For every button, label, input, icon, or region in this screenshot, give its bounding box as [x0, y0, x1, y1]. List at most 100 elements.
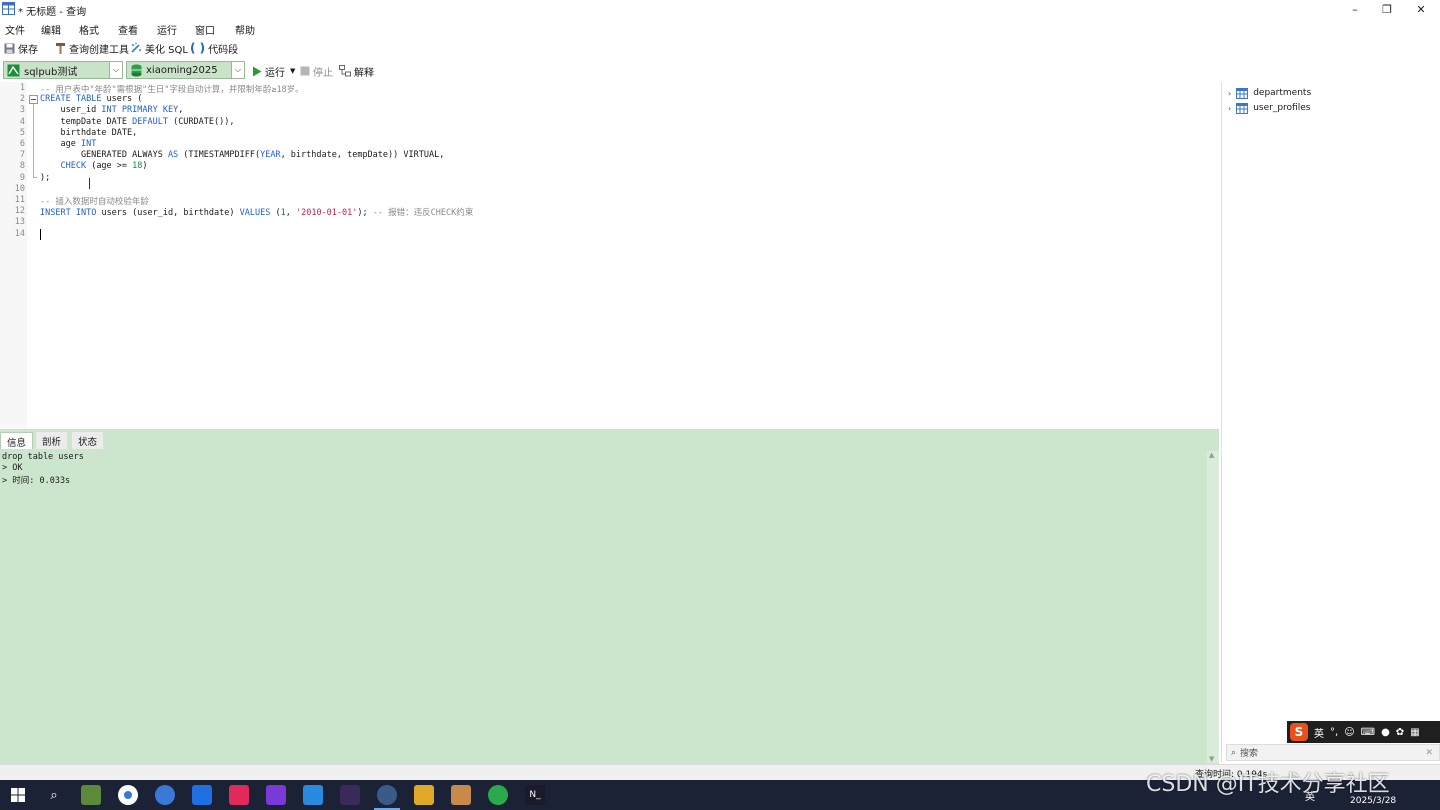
- menu-help[interactable]: 帮助: [235, 22, 255, 37]
- taskbar-terminal-icon[interactable]: [340, 785, 360, 805]
- code-line[interactable]: -- 用户表中"年龄"需根据"生日"字段自动计算，并限制年龄≥18岁。: [40, 83, 304, 95]
- tab-message[interactable]: 信息: [0, 432, 34, 449]
- text-caret: [40, 229, 41, 240]
- scroll-down-icon[interactable]: ▼: [1209, 755, 1214, 763]
- tab-status[interactable]: 状态: [72, 432, 104, 449]
- scroll-up-icon[interactable]: ▲: [1209, 451, 1214, 459]
- taskbar-search-button[interactable]: ⌕: [44, 785, 64, 805]
- code-snippet-label: 代码段: [208, 44, 239, 56]
- result-line: drop table users: [2, 452, 84, 462]
- minimize-icon: –: [1352, 2, 1358, 16]
- code-line[interactable]: user_id INT PRIMARY KEY,: [40, 105, 183, 115]
- search-box[interactable]: ⌕ 搜索 ✕: [1226, 744, 1440, 761]
- close-icon: ✕: [1416, 2, 1426, 16]
- taskbar-wechat-icon[interactable]: [488, 785, 508, 805]
- restore-button[interactable]: ❐: [1370, 0, 1404, 18]
- explain-button[interactable]: 解释: [339, 64, 374, 79]
- taskbar-notion-icon[interactable]: N_: [525, 785, 545, 805]
- save-button[interactable]: 保存: [4, 41, 38, 56]
- table-icon: [1236, 102, 1249, 114]
- sogou-logo-icon[interactable]: S: [1290, 723, 1308, 741]
- connection-select[interactable]: sqlpub测试 ⌵: [3, 61, 123, 79]
- table-name: departments: [1253, 88, 1312, 98]
- fold-guide-line: [33, 104, 34, 177]
- taskbar-active-app-icon[interactable]: [377, 785, 397, 805]
- code-line[interactable]: GENERATED ALWAYS AS (TIMESTAMPDIFF(YEAR,…: [40, 150, 444, 160]
- database-select[interactable]: xiaoming2025 ⌵: [126, 61, 245, 79]
- taskbar-app-icon[interactable]: [451, 785, 471, 805]
- query-builder-button[interactable]: 查询创建工具: [55, 41, 129, 56]
- chevron-right-icon[interactable]: ›: [1228, 104, 1231, 113]
- chevron-down-icon: ⌵: [109, 62, 122, 78]
- window-title: * 无标题 - 查询: [18, 7, 87, 18]
- taskbar-navicat-icon[interactable]: [229, 785, 249, 805]
- taskbar-browser-icon[interactable]: [155, 785, 175, 805]
- windows-logo-icon: [11, 788, 25, 802]
- results-pane: 信息 剖析 状态 drop table users > OK > 时间: 0.0…: [0, 429, 1219, 764]
- code-line[interactable]: CHECK (age >= 18): [40, 161, 147, 171]
- table-icon: [1236, 87, 1249, 99]
- line-number: 11: [14, 195, 25, 205]
- stop-button[interactable]: 停止: [300, 64, 333, 79]
- menu-grid-icon[interactable]: ▦: [1410, 727, 1419, 738]
- run-dropdown-icon[interactable]: ▼: [290, 67, 295, 75]
- line-number: 5: [19, 127, 25, 138]
- menu-edit[interactable]: 编辑: [41, 22, 61, 37]
- keyboard-icon[interactable]: ⌨: [1361, 727, 1375, 738]
- code-line[interactable]: -- 插入数据时自动校验年龄: [40, 195, 149, 207]
- connection-name: sqlpub测试: [24, 66, 78, 78]
- mysql-connection-icon: [7, 64, 20, 76]
- close-button[interactable]: ✕: [1404, 0, 1438, 18]
- save-label: 保存: [18, 44, 38, 56]
- ime-mode[interactable]: 英: [1314, 725, 1324, 740]
- start-button[interactable]: [8, 785, 28, 805]
- menu-format[interactable]: 格式: [79, 22, 99, 37]
- minimize-button[interactable]: –: [1338, 0, 1372, 18]
- menu-view[interactable]: 查看: [118, 22, 138, 37]
- sql-editor[interactable]: 1 2 3 4 5 6 7 8 9 10 11 12 13 14 -- 用户表中"年龄"需根据"生日"字段…: [0, 82, 1219, 428]
- line-number: 6: [19, 139, 25, 149]
- menu-file[interactable]: 文件: [5, 22, 25, 37]
- code-line[interactable]: birthdate DATE,: [40, 128, 137, 138]
- ime-punct[interactable]: °,: [1330, 727, 1338, 738]
- code-snippet-button[interactable]: ( ) 代码段: [190, 41, 239, 56]
- search-clear-icon[interactable]: ✕: [1425, 748, 1433, 758]
- code-line[interactable]: tempDate DATE DEFAULT (CURDATE()),: [40, 117, 234, 127]
- code-line[interactable]: );: [40, 173, 50, 183]
- line-number: 13: [14, 217, 25, 228]
- code-line[interactable]: INSERT INTO users (user_id, birthdate) V…: [40, 206, 473, 218]
- taskbar-folder-icon[interactable]: [414, 785, 434, 805]
- code-line[interactable]: CREATE TABLE users (: [40, 94, 142, 104]
- menu-run[interactable]: 运行: [157, 22, 177, 37]
- tab-profile[interactable]: 剖析: [36, 432, 68, 449]
- line-number: 10: [14, 183, 25, 194]
- hammer-icon: [56, 43, 65, 54]
- chevron-right-icon[interactable]: ›: [1228, 89, 1231, 98]
- snippet-icon: ( ): [190, 41, 206, 55]
- query-window-icon: [2, 2, 15, 15]
- menu-bar: 文件 编辑 格式 查看 运行 窗口 帮助: [0, 18, 1440, 37]
- beautify-sql-button[interactable]: 美化 SQL: [130, 41, 188, 56]
- run-button[interactable]: 运行 ▼: [252, 64, 295, 79]
- save-icon: [4, 43, 15, 53]
- results-scrollbar[interactable]: ▲ ▼: [1207, 451, 1219, 763]
- taskbar-chrome-icon[interactable]: [118, 785, 138, 805]
- skin-icon[interactable]: ✿: [1396, 727, 1404, 738]
- table-name: user_profiles: [1253, 103, 1311, 113]
- line-number: 4: [19, 116, 25, 127]
- taskbar-visual-studio-icon[interactable]: [266, 785, 286, 805]
- fold-collapse-icon[interactable]: [29, 95, 38, 104]
- taskbar-feishu-icon[interactable]: [192, 785, 212, 805]
- line-number: 3: [19, 105, 25, 116]
- taskbar-vscode-icon[interactable]: [303, 785, 323, 805]
- taskbar-notepad-icon[interactable]: [81, 785, 101, 805]
- search-icon: ⌕: [50, 787, 58, 803]
- search-placeholder: 搜索: [1240, 749, 1259, 759]
- menu-window[interactable]: 窗口: [195, 22, 215, 37]
- emoji-icon[interactable]: ☺: [1344, 727, 1354, 738]
- restore-icon: ❐: [1382, 2, 1392, 16]
- tree-item-user-profiles[interactable]: › user_profiles: [1228, 101, 1310, 115]
- user-icon[interactable]: ●: [1381, 727, 1390, 738]
- tree-item-departments[interactable]: › departments: [1228, 86, 1311, 100]
- code-line[interactable]: age INT: [40, 139, 96, 149]
